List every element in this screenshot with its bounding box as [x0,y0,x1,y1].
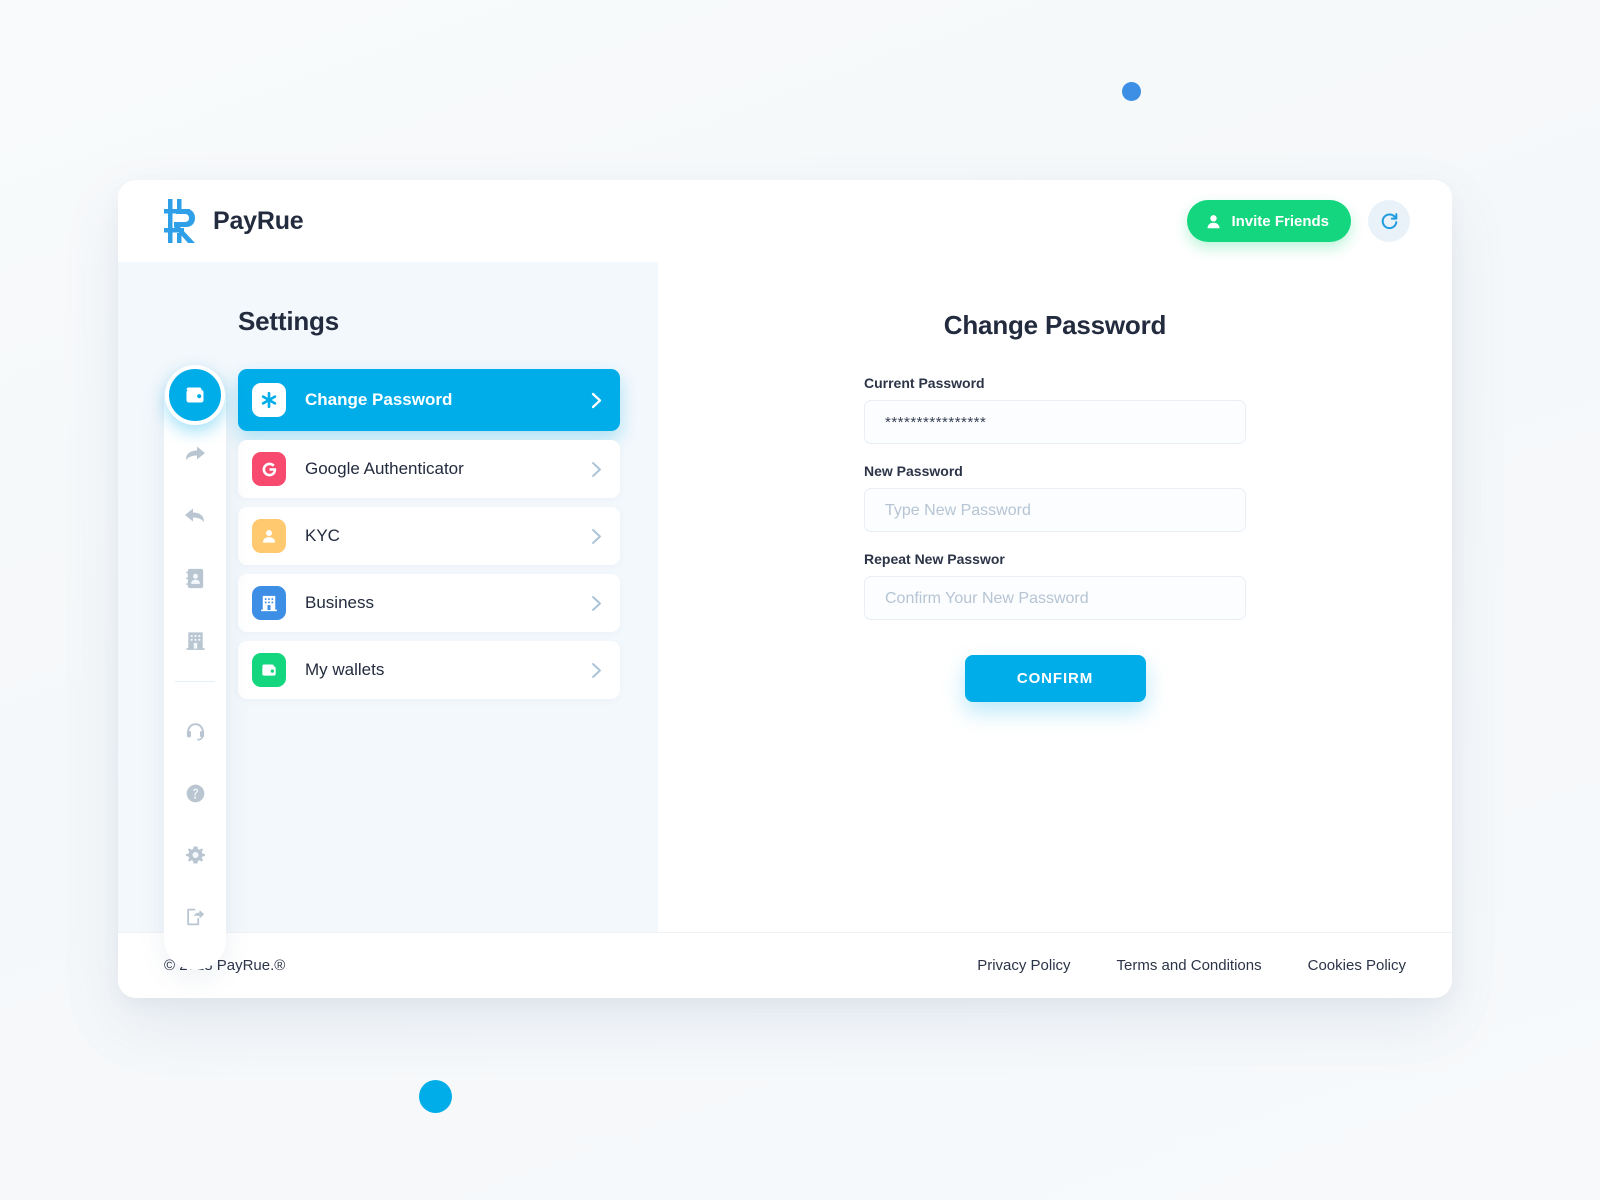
footer-link-privacy-policy[interactable]: Privacy Policy [977,957,1070,974]
refresh-icon [1381,212,1397,229]
decorative-dot-bottom [419,1080,452,1113]
rail-item-send[interactable] [164,423,226,485]
rail-item-support[interactable] [164,700,226,762]
logout-icon [187,908,205,926]
repeat-password-wrapper [864,576,1262,628]
confirm-button[interactable]: CONFIRM [964,655,1146,702]
rail-item-help[interactable] [164,762,226,824]
footer: © 2018 PayRue.® Privacy Policy Terms and… [118,932,1452,998]
app-body: Settings Change Password Google Authenti… [118,262,1452,970]
item-icon-tile [252,519,286,553]
gear-icon [185,845,205,864]
invite-friends-button[interactable]: Invite Friends [1187,200,1351,242]
settings-item-label: KYC [305,526,340,545]
new-password-label: New Password [864,463,963,479]
receive-arrow-icon [185,508,204,522]
rail-divider [175,681,215,682]
rail-item-business[interactable] [164,609,226,671]
item-icon-tile [252,383,286,417]
current-password-label: Current Password [864,375,985,391]
decorative-dot-top [1122,82,1141,101]
brand[interactable]: PayRue [164,199,304,243]
chevron-right-icon [591,595,602,612]
main-panel: Change Password Current Password New Pas… [658,262,1452,932]
address-book-icon [185,568,203,588]
chevron-right-icon [591,528,602,545]
refresh-button[interactable] [1368,200,1410,242]
building-icon [185,631,205,650]
payrue-r-logo-icon [164,199,195,243]
invite-friends-label: Invite Friends [1231,212,1329,230]
wallet-icon [262,664,276,676]
asterisk-icon [261,391,277,409]
building-icon [261,595,277,612]
icon-rail [164,365,226,970]
chevron-right-icon [591,461,602,478]
change-password-form: Change Password Current Password New Pas… [864,306,1262,702]
person-icon [1207,214,1220,228]
page-background: PayRue Invite Friends Settings Change Pa… [0,0,1600,1200]
item-icon-tile [252,586,286,620]
settings-item-my-wallets[interactable]: My wallets [238,641,620,699]
footer-link-terms-and-conditions[interactable]: Terms and Conditions [1117,957,1262,974]
rail-item-wallet[interactable] [165,365,225,425]
settings-item-kyc[interactable]: KYC [238,507,620,565]
question-circle-icon [186,784,204,802]
app-window: PayRue Invite Friends Settings Change Pa… [118,180,1452,998]
settings-item-label: Change Password [305,390,453,409]
settings-item-google-authenticator[interactable]: Google Authenticator [238,440,620,498]
top-bar-actions: Invite Friends [1187,200,1410,242]
item-icon-tile [252,452,286,486]
new-password-input[interactable] [864,488,1246,532]
top-bar: PayRue Invite Friends [118,180,1452,262]
headset-icon [186,722,204,741]
wallet-icon [186,387,204,403]
settings-item-label: Business [305,593,374,612]
settings-panel: Settings Change Password Google Authenti… [118,262,658,970]
page-title: Settings [238,306,339,336]
chevron-right-icon [591,662,602,679]
person-card-icon [262,530,276,543]
settings-item-business[interactable]: Business [238,574,620,632]
settings-list: Change Password Google Authenticator KYC… [238,369,620,699]
google-g-icon [262,462,276,476]
chevron-right-icon [591,392,602,409]
rail-item-settings[interactable] [164,824,226,886]
rail-item-receive[interactable] [164,485,226,547]
send-arrow-icon [186,446,205,460]
rail-item-logout[interactable] [164,886,226,948]
confirm-button-wrapper: CONFIRM [864,655,1246,702]
rail-item-contacts[interactable] [164,547,226,609]
item-icon-tile [252,653,286,687]
repeat-password-label: Repeat New Passwor [864,551,1005,567]
footer-link-cookies-policy[interactable]: Cookies Policy [1308,957,1406,974]
current-password-input[interactable] [864,400,1246,444]
footer-links: Privacy Policy Terms and Conditions Cook… [977,957,1406,974]
settings-item-label: My wallets [305,660,385,679]
form-title: Change Password [943,310,1167,340]
repeat-password-input[interactable] [864,576,1246,620]
settings-item-label: Google Authenticator [305,459,464,478]
brand-name: PayRue [213,206,304,235]
settings-item-change-password[interactable]: Change Password [238,369,620,431]
